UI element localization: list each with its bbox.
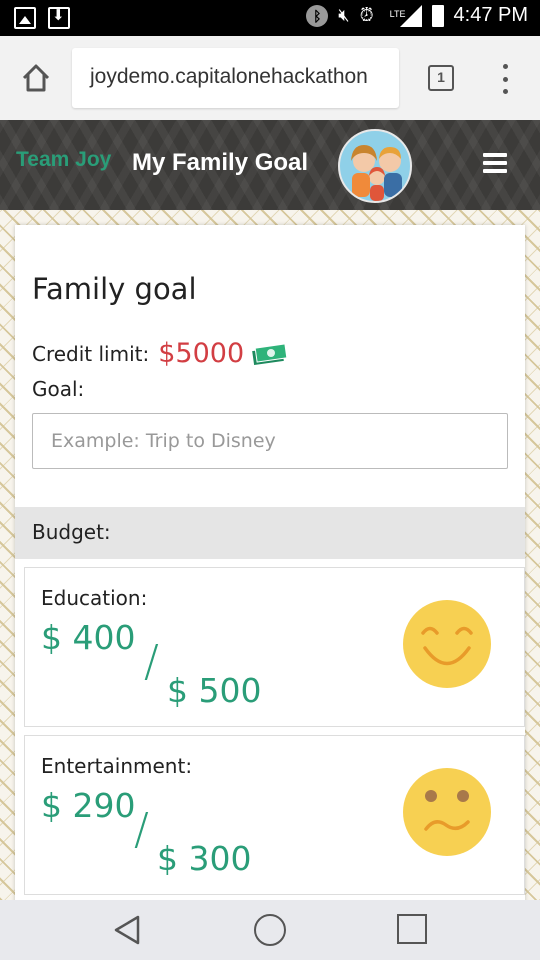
budget-limit-value: $ 500 — [167, 671, 262, 710]
worried-face-icon — [403, 768, 491, 856]
budget-spent-value: $ 290 — [41, 786, 136, 825]
goal-input[interactable] — [32, 413, 508, 469]
budget-category-label: Education: — [41, 586, 148, 610]
family-avatar-icon[interactable] — [338, 129, 412, 203]
money-icon — [252, 342, 288, 365]
goal-label: Goal: — [32, 377, 85, 401]
budget-header: Budget: — [15, 507, 525, 559]
credit-limit-value: $5000 — [158, 338, 245, 369]
budget-item-entertainment[interactable]: Entertainment: $ 290 / $ 300 — [24, 735, 525, 895]
mute-icon: 🔇︎ — [338, 5, 350, 25]
status-time: 4:47 PM — [453, 4, 528, 26]
home-icon[interactable] — [16, 58, 56, 98]
alarm-icon: ⏰︎ — [359, 5, 374, 25]
recent-apps-icon[interactable] — [397, 914, 427, 944]
overflow-menu-icon[interactable] — [498, 64, 512, 94]
family-goal-card: Family goal Credit limit: $5000 Goal: Bu… — [15, 225, 525, 905]
hamburger-menu-icon[interactable] — [483, 153, 507, 173]
credit-limit-label: Credit limit: — [32, 341, 150, 366]
happy-face-icon — [403, 600, 491, 688]
network-type: LTE — [389, 8, 406, 19]
budget-category-label: Entertainment: — [41, 754, 193, 778]
home-circle-icon[interactable] — [254, 914, 286, 946]
url-bar[interactable]: joydemo.capitalonehackathon — [72, 48, 399, 108]
budget-limit-value: $ 300 — [157, 839, 252, 878]
image-notification-icon — [14, 7, 36, 29]
card-title: Family goal — [32, 272, 197, 306]
status-bar: ᛒ 🔇︎ ⏰︎ LTE 4:47 PM — [0, 0, 540, 36]
brand-logo[interactable]: Team Joy — [16, 148, 111, 172]
budget-label: Budget: — [32, 520, 111, 544]
page-title: My Family Goal — [132, 149, 309, 176]
bluetooth-icon: ᛒ — [306, 4, 329, 27]
url-text: joydemo.capitalonehackathon — [90, 65, 368, 88]
system-nav-bar — [0, 900, 540, 960]
credit-limit-row: Credit limit: $5000 — [32, 338, 288, 369]
budget-spent-value: $ 400 — [41, 618, 136, 657]
download-notification-icon — [48, 6, 70, 29]
budget-item-education[interactable]: Education: $ 400 / $ 500 — [24, 567, 525, 727]
battery-icon — [431, 4, 444, 27]
tab-switcher-icon[interactable]: 1 — [428, 65, 454, 91]
back-icon[interactable] — [112, 914, 144, 946]
app-header: Team Joy My Family Goal — [0, 120, 540, 210]
budget-separator: / — [134, 804, 149, 855]
budget-separator: / — [144, 636, 159, 687]
browser-toolbar: joydemo.capitalonehackathon 1 — [0, 36, 540, 120]
